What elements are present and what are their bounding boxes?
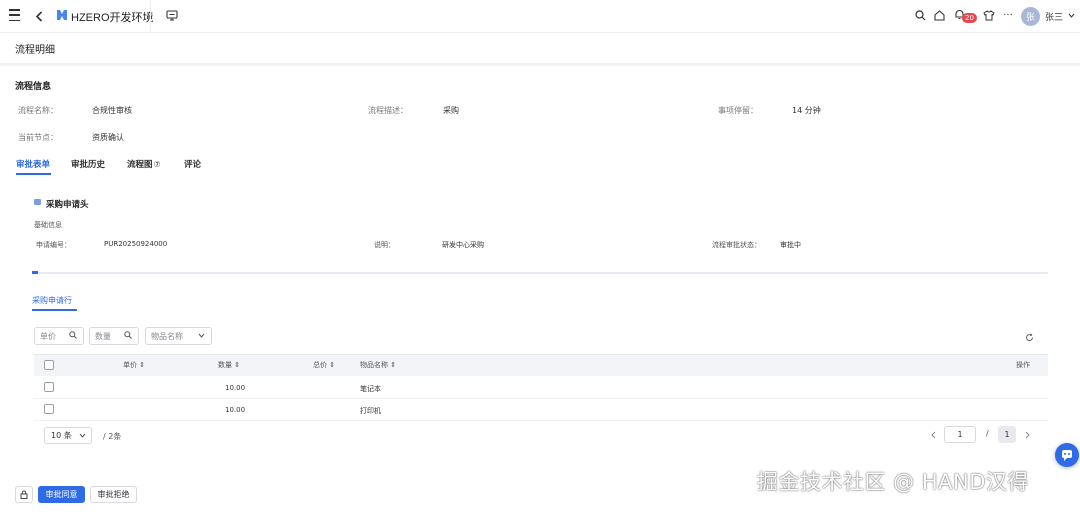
col-unit-price[interactable]: 单价 ⇕ — [123, 360, 145, 370]
approve-button[interactable]: 审批同意 — [38, 486, 85, 503]
search-icon[interactable] — [914, 9, 926, 21]
unit-price-filter-placeholder: 单价 — [40, 331, 56, 341]
cell-quantity: 10.00 — [225, 384, 246, 392]
folder-icon — [34, 199, 41, 205]
quantity-filter[interactable]: 数量 — [89, 327, 139, 345]
process-name-label: 流程名称： — [18, 106, 58, 115]
tab-flow-diagram-label: 流程图 — [127, 160, 153, 170]
notification-badge: 20 — [962, 13, 977, 23]
page-size-select[interactable]: 10 条 — [44, 427, 92, 444]
col-total-label: 总价 — [313, 361, 327, 369]
table-row[interactable] — [34, 399, 1048, 421]
shirt-icon[interactable] — [983, 9, 995, 21]
approval-status-value: 审批中 — [780, 241, 801, 249]
tab-approval-form[interactable]: 审批表单 — [16, 158, 50, 170]
menu-icon[interactable] — [8, 9, 20, 21]
assistant-fab[interactable] — [1055, 443, 1079, 467]
item-name-filter[interactable]: 物品名称 — [145, 327, 212, 345]
col-quantity[interactable]: 数量 ⇕ — [218, 360, 240, 370]
current-node-value: 资质确认 — [92, 133, 124, 142]
request-no-label: 申请编号： — [36, 241, 71, 249]
process-stay-value: 14 分钟 — [792, 106, 821, 115]
prev-page-icon[interactable] — [929, 430, 937, 440]
quantity-filter-placeholder: 数量 — [95, 331, 111, 341]
back-icon[interactable] — [34, 9, 44, 23]
col-action: 操作 — [1016, 361, 1030, 369]
table-row[interactable] — [34, 377, 1048, 399]
sort-icon[interactable]: ⇕ — [390, 361, 396, 369]
process-desc-label: 流程描述： — [368, 106, 408, 115]
item-name-filter-placeholder: 物品名称 — [151, 331, 183, 341]
description-value: 研发中心采购 — [442, 241, 484, 249]
process-info-title: 流程信息 — [15, 82, 52, 92]
purchase-lines-underline — [32, 309, 77, 311]
chevron-down-icon[interactable] — [1067, 11, 1075, 19]
sort-icon[interactable]: ⇕ — [234, 361, 240, 369]
description-label: 说明： — [374, 241, 395, 249]
process-name-value: 合规性审核 — [92, 106, 132, 115]
total-pages: 1 — [998, 426, 1016, 443]
page-title: 流程明细 — [15, 45, 55, 56]
col-unit-price-label: 单价 — [123, 361, 137, 369]
header-divider — [0, 63, 1080, 66]
active-tab-underline — [16, 173, 51, 175]
watermark: 掘金技术社区 @ HAND汉得 — [757, 470, 1029, 494]
app-title[interactable]: HZERO开发环境 — [71, 9, 154, 25]
topbar-divider — [0, 32, 1080, 33]
tab-flow-diagram[interactable]: 流程图⑦ — [127, 158, 161, 170]
page-number-input[interactable]: 1 — [944, 426, 976, 443]
search-icon[interactable] — [124, 331, 132, 341]
chevron-down-icon — [79, 428, 86, 443]
approval-status-label: 流程审批状态： — [712, 241, 761, 249]
chat-icon — [1062, 450, 1072, 461]
process-desc-value: 采购 — [443, 106, 459, 115]
user-name[interactable]: 张三 — [1045, 10, 1063, 23]
col-quantity-label: 数量 — [218, 361, 232, 369]
page-size-value: 10 条 — [51, 431, 72, 440]
help-icon: ⑦ — [153, 160, 161, 169]
col-total[interactable]: 总价 ⇕ — [313, 360, 335, 370]
home-icon[interactable] — [933, 9, 945, 21]
unit-price-filter[interactable]: 单价 — [34, 327, 84, 345]
tab-separator — [150, 0, 151, 32]
top-bar: HZERO开发环境 20 ··· 张 张三 — [0, 0, 1080, 33]
cell-quantity: 10.00 — [225, 406, 246, 414]
next-page-icon[interactable] — [1023, 430, 1031, 440]
reject-button[interactable]: 审批拒绝 — [90, 486, 137, 503]
row-checkbox[interactable] — [44, 404, 54, 414]
request-no-value: PUR20250924000 — [104, 240, 168, 248]
more-icon[interactable]: ··· — [1002, 9, 1014, 21]
select-all-checkbox[interactable] — [44, 360, 54, 370]
sort-icon[interactable]: ⇕ — [139, 361, 145, 369]
horizontal-scrollbar[interactable] — [32, 272, 1048, 274]
avatar[interactable]: 张 — [1021, 7, 1040, 26]
total-count: / 2条 — [103, 432, 122, 441]
basic-info-label: 基础信息 — [34, 221, 62, 229]
cell-item-name: 打印机 — [360, 407, 381, 415]
table-header — [34, 354, 1048, 376]
tab-comments[interactable]: 评论 — [184, 158, 201, 170]
lock-icon — [20, 490, 28, 499]
page-separator: / — [986, 429, 989, 438]
lock-button[interactable] — [15, 486, 33, 503]
chevron-down-icon[interactable] — [198, 331, 205, 340]
search-icon[interactable] — [69, 331, 77, 341]
tab-approval-history[interactable]: 审批历史 — [71, 158, 105, 170]
scrollbar-thumb[interactable] — [32, 271, 38, 274]
current-node-label: 当前节点： — [18, 133, 58, 142]
process-stay-label: 事项停留： — [718, 106, 758, 115]
tab-purchase-lines[interactable]: 采购申请行 — [32, 295, 72, 306]
row-checkbox[interactable] — [44, 382, 54, 392]
purchase-header-title: 采购申请头 — [46, 200, 89, 210]
hzero-logo-icon — [56, 9, 68, 21]
cell-item-name: 笔记本 — [360, 385, 381, 393]
col-item-name-label: 物品名称 — [360, 361, 388, 369]
sort-icon[interactable]: ⇕ — [329, 361, 335, 369]
refresh-icon[interactable] — [1024, 332, 1034, 342]
screen-icon[interactable] — [165, 9, 178, 21]
col-item-name[interactable]: 物品名称 ⇕ — [360, 360, 396, 370]
